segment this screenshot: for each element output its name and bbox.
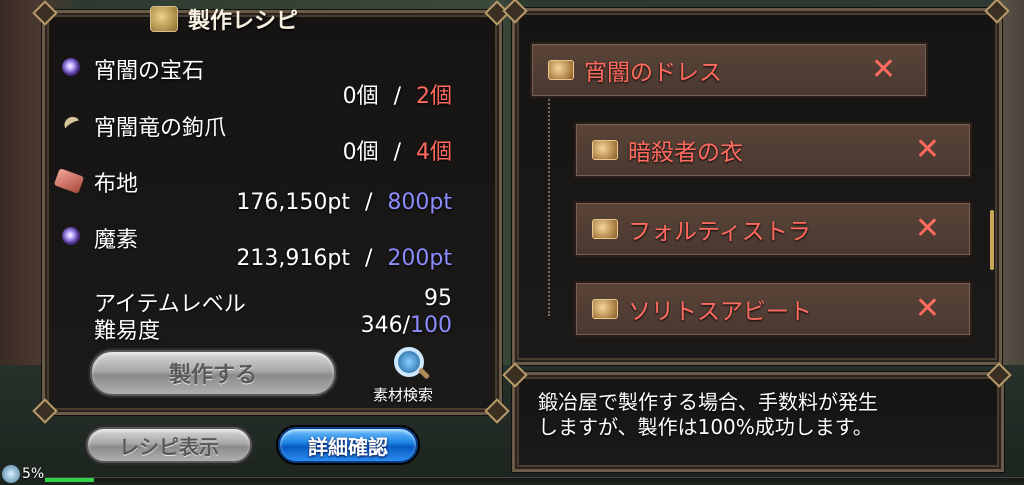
recipe-book-icon (150, 6, 178, 32)
experience-fill (45, 478, 94, 482)
item-level-value: 95 (424, 286, 452, 311)
magic-orb-icon (62, 227, 80, 245)
gem-orb-icon (62, 58, 80, 76)
experience-icon (2, 465, 20, 483)
material-quantity: 0個 / 2個 (342, 84, 452, 109)
material-quantity: 176,150pt / 800pt (236, 190, 452, 215)
tree-item[interactable]: 暗殺者の衣 ✕ (574, 122, 972, 178)
show-recipe-button[interactable]: レシピ表示 (86, 427, 252, 463)
material-name: 宵闇竜の鉤爪 (94, 116, 227, 141)
material-search-label: 素材検索 (373, 386, 434, 404)
material-name: 宵闇の宝石 (94, 59, 205, 84)
tree-item-root[interactable]: 宵闇のドレス ✕ (530, 42, 928, 98)
tree-item[interactable]: フォルティストラ ✕ (574, 201, 972, 257)
remove-icon[interactable]: ✕ (915, 135, 940, 165)
material-quantity: 0個 / 4個 (342, 140, 452, 165)
claw-icon (62, 115, 80, 133)
item-icon (592, 140, 618, 160)
tree-item[interactable]: ソリトスアビート ✕ (574, 281, 972, 337)
material-name: 布地 (94, 172, 139, 197)
material-name: 魔素 (94, 228, 139, 253)
experience-bar (45, 477, 1024, 482)
recipe-title-text: 製作レシピ (188, 9, 299, 34)
tree-scrollbar[interactable] (990, 210, 994, 270)
craft-button[interactable]: 製作する (90, 350, 336, 396)
item-icon (592, 219, 618, 239)
tree-connector (548, 96, 550, 316)
details-button[interactable]: 詳細確認 (278, 427, 418, 463)
material-quantity: 213,916pt / 200pt (236, 246, 452, 271)
remove-icon[interactable]: ✕ (915, 294, 940, 324)
item-icon (548, 60, 574, 80)
difficulty-label: 難易度 (94, 319, 161, 344)
difficulty-value: 346/100 (360, 313, 452, 338)
message-text: 鍛冶屋で製作する場合、手数料が発生 しますが、製作は100%成功します。 (538, 390, 878, 439)
remove-icon[interactable]: ✕ (871, 55, 896, 85)
remove-icon[interactable]: ✕ (915, 214, 940, 244)
recipe-title: 製作レシピ (150, 4, 330, 34)
experience-percent: 5% (22, 466, 45, 482)
item-icon (592, 299, 618, 319)
magnifier-icon (394, 347, 424, 377)
